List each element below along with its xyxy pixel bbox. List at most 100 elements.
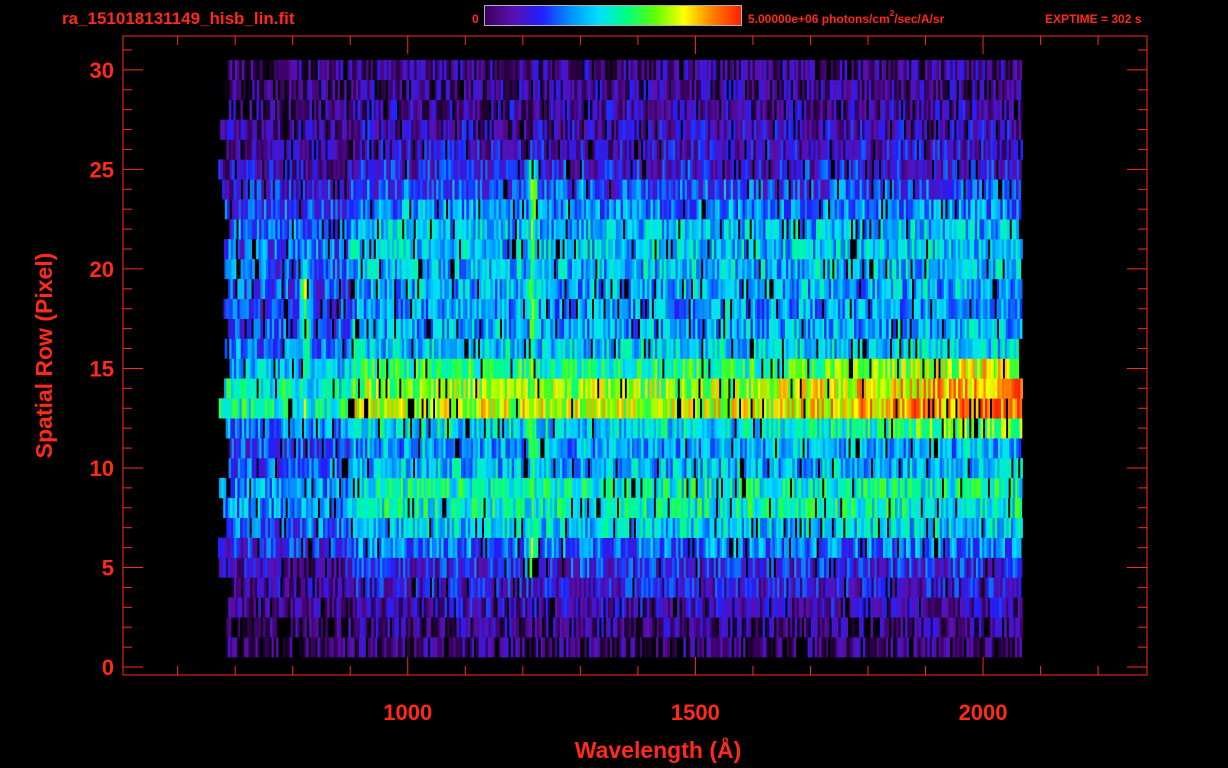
heatmap-cell (398, 557, 402, 578)
heatmap-cell (249, 338, 253, 359)
heatmap-cell (444, 458, 448, 479)
heatmap-cell (491, 358, 495, 379)
heatmap-cell (645, 577, 649, 598)
heatmap-cell (790, 358, 794, 379)
heatmap-cell (428, 617, 432, 638)
heatmap-cell (462, 597, 466, 618)
heatmap-cell (526, 338, 529, 359)
heatmap-cell (977, 358, 980, 379)
heatmap-cell (303, 497, 307, 519)
heatmap-cell (681, 617, 685, 638)
heatmap-cell (341, 517, 345, 538)
heatmap-cell (228, 597, 231, 618)
heatmap-cell (844, 398, 848, 419)
heatmap-cell (789, 398, 793, 419)
heatmap-cell (592, 517, 595, 538)
heatmap-cell (418, 398, 422, 419)
heatmap-cell (250, 497, 254, 519)
heatmap-cell (710, 637, 714, 658)
heatmap-cell (1006, 378, 1010, 399)
heatmap-cell (930, 517, 934, 538)
heatmap-cell (994, 497, 997, 519)
heatmap-cell (604, 537, 608, 558)
heatmap-cell (810, 398, 813, 419)
heatmap-cell (297, 597, 301, 618)
heatmap-cell (698, 458, 701, 479)
heatmap-cell (1004, 358, 1008, 379)
heatmap-cell (434, 577, 437, 598)
heatmap-cell (443, 537, 447, 558)
heatmap-cell (359, 477, 363, 499)
heatmap-cell (639, 537, 642, 558)
heatmap-cell (578, 617, 582, 638)
heatmap-cell (431, 517, 434, 538)
heatmap-cell (998, 637, 1002, 658)
heatmap-cell (595, 577, 598, 598)
heatmap-cell (796, 597, 800, 618)
heatmap-cell (511, 597, 515, 618)
heatmap-cell (712, 537, 716, 558)
heatmap-cell (520, 477, 524, 499)
heatmap-cell (478, 557, 482, 578)
heatmap-cell (895, 617, 899, 638)
heatmap-cell (246, 418, 250, 439)
heatmap-cell (817, 517, 821, 538)
heatmap-cell (528, 358, 532, 379)
heatmap-cell (405, 517, 409, 538)
heatmap-cell (625, 497, 629, 519)
heatmap-cell (494, 537, 497, 558)
heatmap-cell (812, 497, 815, 519)
heatmap-cell (897, 597, 901, 618)
heatmap-cell (824, 517, 828, 538)
heatmap-cell (833, 597, 837, 618)
heatmap-cell (1005, 477, 1009, 499)
heatmap-cell (670, 458, 674, 479)
heatmap-cell (540, 418, 544, 439)
heatmap-cell (705, 378, 708, 399)
heatmap-cell (729, 557, 733, 578)
heatmap-cell (485, 597, 489, 618)
heatmap-cell (251, 418, 254, 439)
heatmap-cell (673, 438, 677, 459)
heatmap-cell (842, 398, 846, 419)
heatmap-cell (762, 517, 766, 538)
heatmap-cell (767, 438, 771, 459)
heatmap-cell (680, 537, 684, 558)
heatmap-cell (709, 517, 713, 538)
heatmap-cell (375, 637, 378, 658)
heatmap-cell (957, 637, 960, 658)
heatmap-cell (362, 378, 365, 399)
heatmap-cell (389, 418, 392, 439)
heatmap-cell (393, 477, 397, 499)
heatmap-cell (673, 537, 677, 558)
heatmap-cell (519, 438, 522, 459)
heatmap-cell (380, 517, 384, 538)
heatmap-cell (901, 537, 905, 558)
heatmap-cell (612, 458, 616, 479)
heatmap-cell (1015, 477, 1018, 499)
heatmap-cell (918, 617, 922, 638)
heatmap-cell (643, 577, 647, 598)
heatmap-cell (276, 517, 280, 538)
heatmap-cell (959, 557, 963, 578)
heatmap-cell (253, 398, 256, 419)
heatmap-cell (676, 557, 680, 578)
heatmap-cell (856, 597, 860, 618)
heatmap-cell (342, 398, 346, 419)
heatmap-cell (597, 338, 601, 359)
heatmap-cell (861, 597, 864, 618)
heatmap-cell (891, 438, 895, 459)
heatmap-cell (439, 597, 443, 618)
heatmap-cell (562, 617, 565, 638)
heatmap-cell (533, 637, 537, 658)
heatmap-cell (287, 637, 291, 658)
heatmap-cell (353, 537, 357, 558)
heatmap-cell (425, 557, 429, 578)
heatmap-cell (906, 557, 910, 578)
heatmap-cell (556, 398, 560, 419)
heatmap-cell (918, 477, 922, 499)
heatmap-cell (248, 557, 252, 578)
heatmap-cell (582, 458, 586, 479)
heatmap-cell (644, 557, 648, 578)
heatmap-cell (733, 358, 737, 379)
